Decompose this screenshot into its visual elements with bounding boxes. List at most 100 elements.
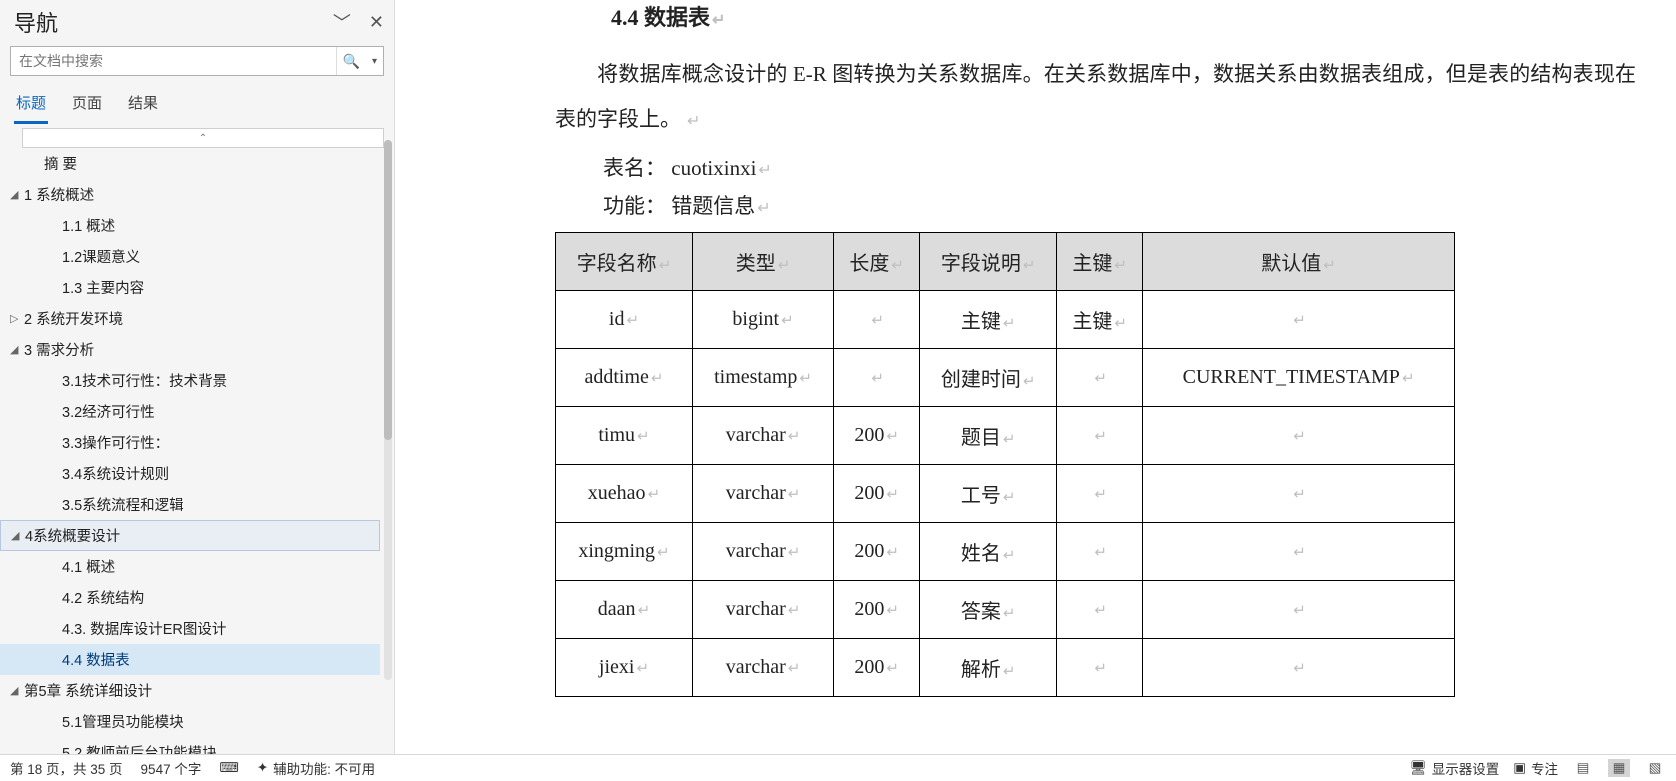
search-icon[interactable]: 🔍	[336, 47, 366, 75]
table-cell: 姓名↵	[920, 522, 1057, 580]
tab-headings[interactable]: 标题	[14, 86, 48, 124]
nav-tree-item[interactable]: ◢3 需求分析	[0, 334, 380, 365]
nav-tree-item[interactable]: 5.2 教师前后台功能模块	[0, 737, 380, 754]
tree-arrow-icon: ◢	[10, 343, 24, 356]
nav-tree-item[interactable]: 4.1 概述	[0, 551, 380, 582]
tree-item-label: 3.2经济可行性	[62, 401, 155, 422]
search-box[interactable]: 🔍 ▾	[10, 46, 384, 76]
tree-item-label: 第5章 系统详细设计	[24, 680, 152, 701]
tab-results[interactable]: 结果	[126, 86, 160, 124]
table-row: addtime↵timestamp↵↵创建时间↵↵CURRENT_TIMESTA…	[556, 348, 1455, 406]
table-row: jiexi↵varchar↵200↵解析↵↵↵	[556, 638, 1455, 696]
table-name-line: 表名： cuotixinxi↵	[603, 150, 1636, 188]
accessibility-status[interactable]: ✦ 辅助功能: 不可用	[257, 758, 375, 778]
nav-tree-item[interactable]: 1.3 主要内容	[0, 272, 380, 303]
display-settings[interactable]: 🖥 显示器设置	[1410, 758, 1500, 778]
tree-item-label: 4.3. 数据库设计ER图设计	[62, 618, 226, 639]
function-line: 功能： 错题信息↵	[603, 188, 1636, 226]
table-cell: ↵	[1143, 406, 1455, 464]
view-print-icon[interactable]: ▦	[1608, 759, 1630, 777]
table-cell: 主键↵	[920, 290, 1057, 348]
nav-tree-item[interactable]: ◢4系统概要设计	[0, 520, 380, 551]
table-cell: bigint↵	[692, 290, 833, 348]
nav-scrollbar[interactable]	[384, 140, 392, 680]
accessibility-icon: ✦	[257, 760, 268, 776]
table-cell: 200↵	[834, 580, 920, 638]
table-cell: CURRENT_TIMESTAMP↵	[1143, 348, 1455, 406]
tree-item-label: 3.1技术可行性：技术背景	[62, 370, 227, 391]
scrollbar-thumb[interactable]	[384, 140, 392, 440]
tree-item-label: 5.1管理员功能模块	[62, 711, 184, 732]
table-cell: 解析↵	[920, 638, 1057, 696]
nav-tree-item[interactable]: 3.2经济可行性	[0, 396, 380, 427]
table-cell: varchar↵	[692, 580, 833, 638]
table-cell: ↵	[1057, 464, 1143, 522]
table-cell: varchar↵	[692, 522, 833, 580]
nav-tree-item[interactable]: 4.3. 数据库设计ER图设计	[0, 613, 380, 644]
navigation-pane: 导航 ﹀ ✕ 🔍 ▾ 标题 页面 结果 ⌃ 摘 要◢1 系统概述1.1 概述1.…	[0, 0, 395, 754]
nav-tree-item[interactable]: 5.1管理员功能模块	[0, 706, 380, 737]
focus-mode[interactable]: ▣ 专注	[1513, 758, 1558, 778]
table-row: daan↵varchar↵200↵答案↵↵↵	[556, 580, 1455, 638]
tree-item-label: 2 系统开发环境	[24, 308, 123, 329]
table-cell: id↵	[556, 290, 693, 348]
view-web-icon[interactable]: ▧	[1644, 759, 1666, 777]
tree-item-label: 摘 要	[44, 153, 77, 174]
chevron-down-icon[interactable]: ﹀	[333, 9, 351, 35]
nav-tree-item[interactable]: 3.3操作可行性：	[0, 427, 380, 458]
nav-tree-item[interactable]: 4.2 系统结构	[0, 582, 380, 613]
nav-tree-item[interactable]: 3.5系统流程和逻辑	[0, 489, 380, 520]
lang-icon[interactable]: ⌨	[219, 760, 239, 776]
focus-icon: ▣	[1513, 760, 1526, 776]
table-cell: xingming↵	[556, 522, 693, 580]
tree-item-label: 3 需求分析	[24, 339, 94, 360]
tree-arrow-icon: ▷	[10, 312, 24, 325]
table-cell: ↵	[1057, 348, 1143, 406]
page-info[interactable]: 第 18 页，共 35 页	[10, 758, 123, 778]
nav-tree-item[interactable]: ◢1 系统概述	[0, 179, 380, 210]
search-dropdown-icon[interactable]: ▾	[366, 56, 383, 67]
table-cell: xuehao↵	[556, 464, 693, 522]
status-bar: 第 18 页，共 35 页 9547 个字 ⌨ ✦ 辅助功能: 不可用 🖥 显示…	[0, 754, 1676, 781]
table-cell: 创建时间↵	[920, 348, 1057, 406]
table-cell: 答案↵	[920, 580, 1057, 638]
tree-item-label: 4.4 数据表	[62, 649, 130, 670]
table-header-cell: 字段名称↵	[556, 232, 693, 290]
nav-tree-item[interactable]: 1.2课题意义	[0, 241, 380, 272]
word-count[interactable]: 9547 个字	[141, 758, 202, 778]
close-icon[interactable]: ✕	[369, 12, 384, 33]
table-cell: 200↵	[834, 464, 920, 522]
nav-tabs: 标题 页面 结果	[0, 82, 394, 124]
collapse-icon: ⌃	[199, 133, 207, 144]
tree-item-label: 4.2 系统结构	[62, 587, 144, 608]
nav-tree-item[interactable]: ▷2 系统开发环境	[0, 303, 380, 334]
table-cell: 200↵	[834, 406, 920, 464]
nav-tree-item[interactable]: 1.1 概述	[0, 210, 380, 241]
nav-tree-item[interactable]: 4.4 数据表	[0, 644, 380, 675]
nav-tree-item[interactable]: 3.1技术可行性：技术背景	[0, 365, 380, 396]
table-cell: varchar↵	[692, 406, 833, 464]
tab-pages[interactable]: 页面	[70, 86, 104, 124]
table-cell: ↵	[1057, 580, 1143, 638]
outline-collapse-bar[interactable]: ⌃	[22, 128, 384, 148]
table-header-cell: 默认值↵	[1143, 232, 1455, 290]
table-cell: ↵	[1057, 406, 1143, 464]
table-cell: daan↵	[556, 580, 693, 638]
tree-item-label: 3.5系统流程和逻辑	[62, 494, 184, 515]
tree-item-label: 1.2课题意义	[62, 246, 140, 267]
table-cell: 题目↵	[920, 406, 1057, 464]
view-read-icon[interactable]: ▤	[1572, 759, 1594, 777]
search-input[interactable]	[11, 49, 336, 73]
nav-tree-item[interactable]: ◢第5章 系统详细设计	[0, 675, 380, 706]
table-cell: ↵	[1143, 522, 1455, 580]
table-cell: ↵	[1143, 580, 1455, 638]
nav-tree-item[interactable]: 3.4系统设计规则	[0, 458, 380, 489]
document-pane: 4.4 数据表↵ 将数据库概念设计的 E-R 图转换为关系数据库。在关系数据库中…	[395, 0, 1676, 754]
table-cell: ↵	[1143, 290, 1455, 348]
tree-item-label: 5.2 教师前后台功能模块	[62, 742, 217, 754]
table-cell: 工号↵	[920, 464, 1057, 522]
nav-tree-item[interactable]: 摘 要	[0, 148, 380, 179]
table-row: id↵bigint↵↵主键↵主键↵↵	[556, 290, 1455, 348]
section-heading: 4.4 数据表↵	[611, 0, 1636, 32]
tree-item-label: 3.3操作可行性：	[62, 432, 169, 453]
